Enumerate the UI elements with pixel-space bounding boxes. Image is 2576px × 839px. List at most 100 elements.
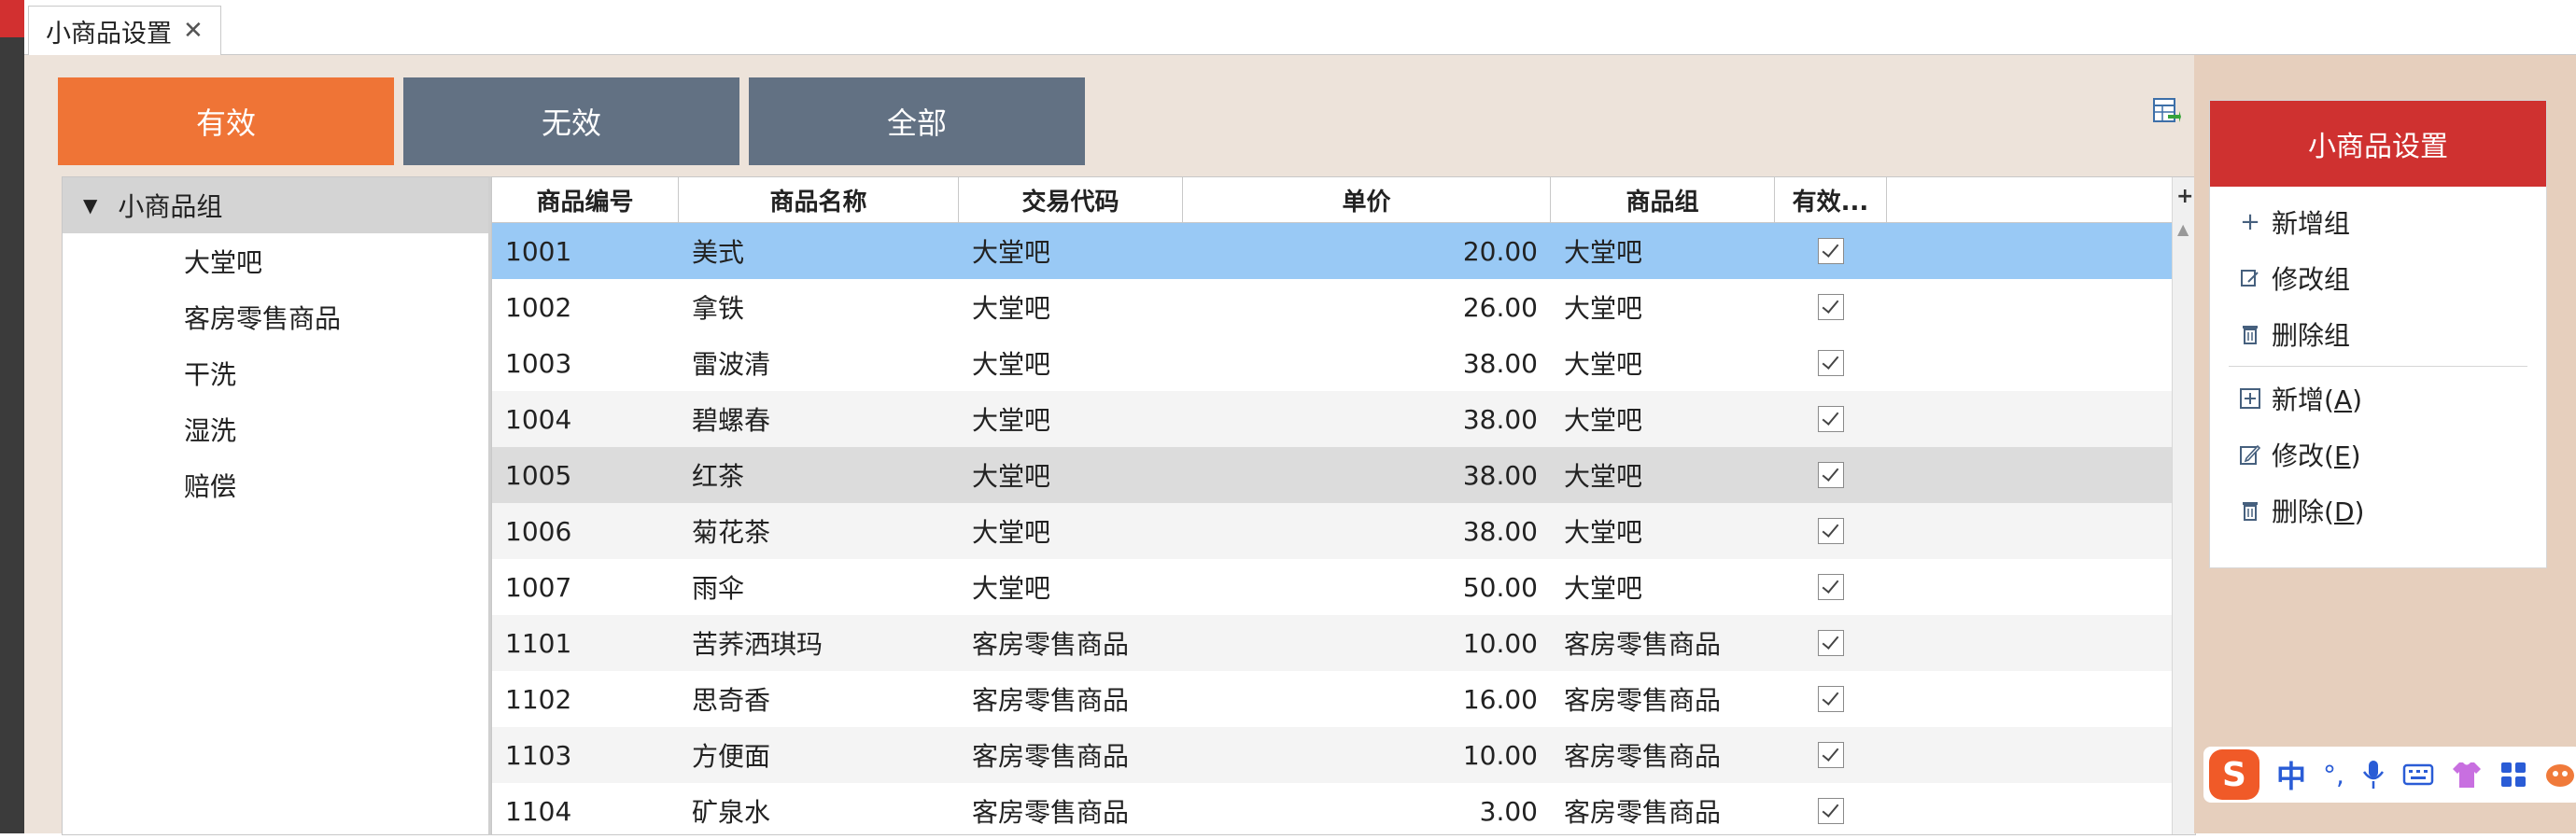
cell-price: 16.00 bbox=[1462, 683, 1538, 715]
tree-item[interactable]: 客房零售商品 bbox=[63, 289, 488, 345]
column-header-code[interactable]: 商品编号 bbox=[492, 177, 679, 222]
keyboard-icon[interactable] bbox=[2402, 762, 2434, 787]
cell-group: 大堂吧 bbox=[1564, 237, 1643, 268]
tree-item[interactable]: 湿洗 bbox=[63, 401, 488, 457]
tree-item[interactable]: 赔偿 bbox=[63, 457, 488, 513]
table-row[interactable]: 1002 拿铁 大堂吧 26.00 大堂吧 bbox=[492, 279, 2173, 335]
cell-name: 雷波清 bbox=[692, 349, 771, 380]
tree-item[interactable]: 干洗 bbox=[63, 345, 488, 401]
valid-checkbox[interactable] bbox=[1818, 574, 1844, 600]
cell-group: 大堂吧 bbox=[1564, 405, 1643, 436]
delete-shortcut-key: D bbox=[2333, 496, 2355, 527]
cell-name: 菊花茶 bbox=[692, 517, 771, 548]
column-chooser-plus-icon[interactable]: + bbox=[2176, 185, 2193, 208]
close-icon[interactable]: ✕ bbox=[183, 17, 204, 45]
cell-code: 1005 bbox=[505, 459, 572, 491]
grid-body: 1001 美式 大堂吧 20.00 大堂吧 1002 拿铁 大堂吧 26.00 … bbox=[492, 223, 2173, 839]
edit-button[interactable]: 修改(E) bbox=[2210, 426, 2546, 482]
valid-checkbox[interactable] bbox=[1818, 518, 1844, 544]
vertical-scrollbar[interactable]: + ▲ bbox=[2172, 177, 2195, 834]
cell-price: 50.00 bbox=[1462, 571, 1538, 603]
action-menu: 小商品设置 + 新增组 修改组 删除组 新增(A) 修改(E) 删除(D) bbox=[2209, 100, 2547, 568]
delete-button[interactable]: 删除(D) bbox=[2210, 482, 2546, 538]
valid-checkbox[interactable] bbox=[1818, 238, 1844, 264]
cell-code: 1003 bbox=[505, 347, 572, 379]
skin-shirt-icon[interactable] bbox=[2451, 759, 2483, 790]
cell-price: 38.00 bbox=[1462, 459, 1538, 491]
cell-group: 客房零售商品 bbox=[1564, 741, 1722, 772]
table-row[interactable]: 1103 方便面 客房零售商品 10.00 客房零售商品 bbox=[492, 727, 2173, 783]
toolbox-grid-icon[interactable] bbox=[2499, 761, 2527, 789]
cell-price: 10.00 bbox=[1462, 627, 1538, 659]
column-header-price[interactable]: 单价 bbox=[1183, 177, 1551, 222]
cell-name: 拿铁 bbox=[692, 293, 745, 324]
edit-group-button[interactable]: 修改组 bbox=[2210, 250, 2546, 306]
cell-price: 10.00 bbox=[1462, 739, 1538, 771]
filter-invalid-button[interactable]: 无效 bbox=[403, 77, 739, 165]
tab-product-settings[interactable]: 小商品设置 ✕ bbox=[28, 6, 221, 55]
filter-valid-button[interactable]: 有效 bbox=[58, 77, 394, 165]
grid-header: 商品编号 商品名称 交易代码 单价 商品组 有效... bbox=[492, 177, 2173, 223]
scroll-up-icon[interactable]: ▲ bbox=[2177, 220, 2189, 238]
tab-label: 小商品设置 bbox=[46, 19, 172, 49]
cell-trade-code: 大堂吧 bbox=[972, 349, 1051, 380]
delete-group-button[interactable]: 删除组 bbox=[2210, 306, 2546, 362]
column-header-name[interactable]: 商品名称 bbox=[679, 177, 959, 222]
valid-checkbox[interactable] bbox=[1818, 630, 1844, 656]
add-button[interactable]: 新增(A) bbox=[2210, 371, 2546, 426]
filter-all-button[interactable]: 全部 bbox=[749, 77, 1085, 165]
tab-strip: 小商品设置 ✕ bbox=[24, 0, 2576, 55]
column-header-trade-code[interactable]: 交易代码 bbox=[959, 177, 1183, 222]
table-row[interactable]: 1003 雷波清 大堂吧 38.00 大堂吧 bbox=[492, 335, 2173, 391]
column-header-valid[interactable]: 有效... bbox=[1775, 177, 1887, 222]
cell-code: 1007 bbox=[505, 571, 572, 603]
table-row[interactable]: 1004 碧螺春 大堂吧 38.00 大堂吧 bbox=[492, 391, 2173, 447]
ime-punctuation-icon[interactable]: °, bbox=[2323, 760, 2344, 790]
valid-checkbox[interactable] bbox=[1818, 350, 1844, 376]
cell-code: 1102 bbox=[505, 683, 572, 715]
valid-checkbox[interactable] bbox=[1818, 462, 1844, 488]
cell-code: 1006 bbox=[505, 515, 572, 547]
cell-trade-code: 大堂吧 bbox=[972, 573, 1051, 604]
cell-trade-code: 客房零售商品 bbox=[972, 629, 1130, 660]
add-shortcut-key: A bbox=[2333, 385, 2353, 415]
export-excel-icon[interactable] bbox=[2151, 96, 2181, 126]
tree-root-node[interactable]: ▼ 小商品组 bbox=[63, 177, 488, 233]
valid-checkbox[interactable] bbox=[1818, 742, 1844, 768]
table-row[interactable]: 1104 矿泉水 客房零售商品 3.00 客房零售商品 bbox=[492, 783, 2173, 839]
valid-checkbox[interactable] bbox=[1818, 294, 1844, 320]
table-row[interactable]: 1102 思奇香 客房零售商品 16.00 客房零售商品 bbox=[492, 671, 2173, 727]
table-row[interactable]: 1005 红茶 大堂吧 38.00 大堂吧 bbox=[492, 447, 2173, 503]
cell-trade-code: 大堂吧 bbox=[972, 405, 1051, 436]
mascot-icon[interactable] bbox=[2544, 761, 2576, 789]
cell-name: 思奇香 bbox=[692, 685, 771, 716]
valid-checkbox[interactable] bbox=[1818, 686, 1844, 712]
tree-item[interactable]: 大堂吧 bbox=[63, 233, 488, 289]
valid-checkbox[interactable] bbox=[1818, 798, 1844, 824]
table-row[interactable]: 1001 美式 大堂吧 20.00 大堂吧 bbox=[492, 223, 2173, 279]
table-row[interactable]: 1007 雨伞 大堂吧 50.00 大堂吧 bbox=[492, 559, 2173, 615]
microphone-icon[interactable] bbox=[2361, 759, 2386, 790]
cell-price: 26.00 bbox=[1462, 291, 1538, 323]
product-grid: 商品编号 商品名称 交易代码 单价 商品组 有效... 1001 美式 大堂吧 … bbox=[491, 176, 2196, 835]
expand-arrow-icon[interactable]: ▼ bbox=[83, 194, 97, 217]
cell-trade-code: 大堂吧 bbox=[972, 461, 1051, 492]
cell-group: 大堂吧 bbox=[1564, 461, 1643, 492]
cell-group: 大堂吧 bbox=[1564, 293, 1643, 324]
add-label: 新增 bbox=[2272, 385, 2325, 415]
cell-price: 38.00 bbox=[1462, 403, 1538, 435]
cell-name: 碧螺春 bbox=[692, 405, 771, 436]
ime-mode-chinese[interactable]: 中 bbox=[2276, 753, 2306, 796]
table-row[interactable]: 1101 苦荞洒琪玛 客房零售商品 10.00 客房零售商品 bbox=[492, 615, 2173, 671]
ime-toolbar: S 中 °, bbox=[2203, 747, 2576, 803]
sogou-logo-icon[interactable]: S bbox=[2209, 749, 2259, 800]
add-group-button[interactable]: + 新增组 bbox=[2210, 194, 2546, 250]
valid-checkbox[interactable] bbox=[1818, 406, 1844, 432]
cell-code: 1002 bbox=[505, 291, 572, 323]
table-row[interactable]: 1006 菊花茶 大堂吧 38.00 大堂吧 bbox=[492, 503, 2173, 559]
cell-price: 3.00 bbox=[1479, 795, 1538, 827]
right-action-panel: 小商品设置 + 新增组 修改组 删除组 新增(A) 修改(E) 删除(D) S … bbox=[2194, 55, 2576, 833]
column-header-group[interactable]: 商品组 bbox=[1551, 177, 1775, 222]
edit-group-icon bbox=[2238, 266, 2262, 290]
main-area: 有效 无效 全部 ▼ 小商品组 大堂吧 客房零售商品 干洗 湿洗 赔偿 商品编号… bbox=[24, 55, 2196, 835]
